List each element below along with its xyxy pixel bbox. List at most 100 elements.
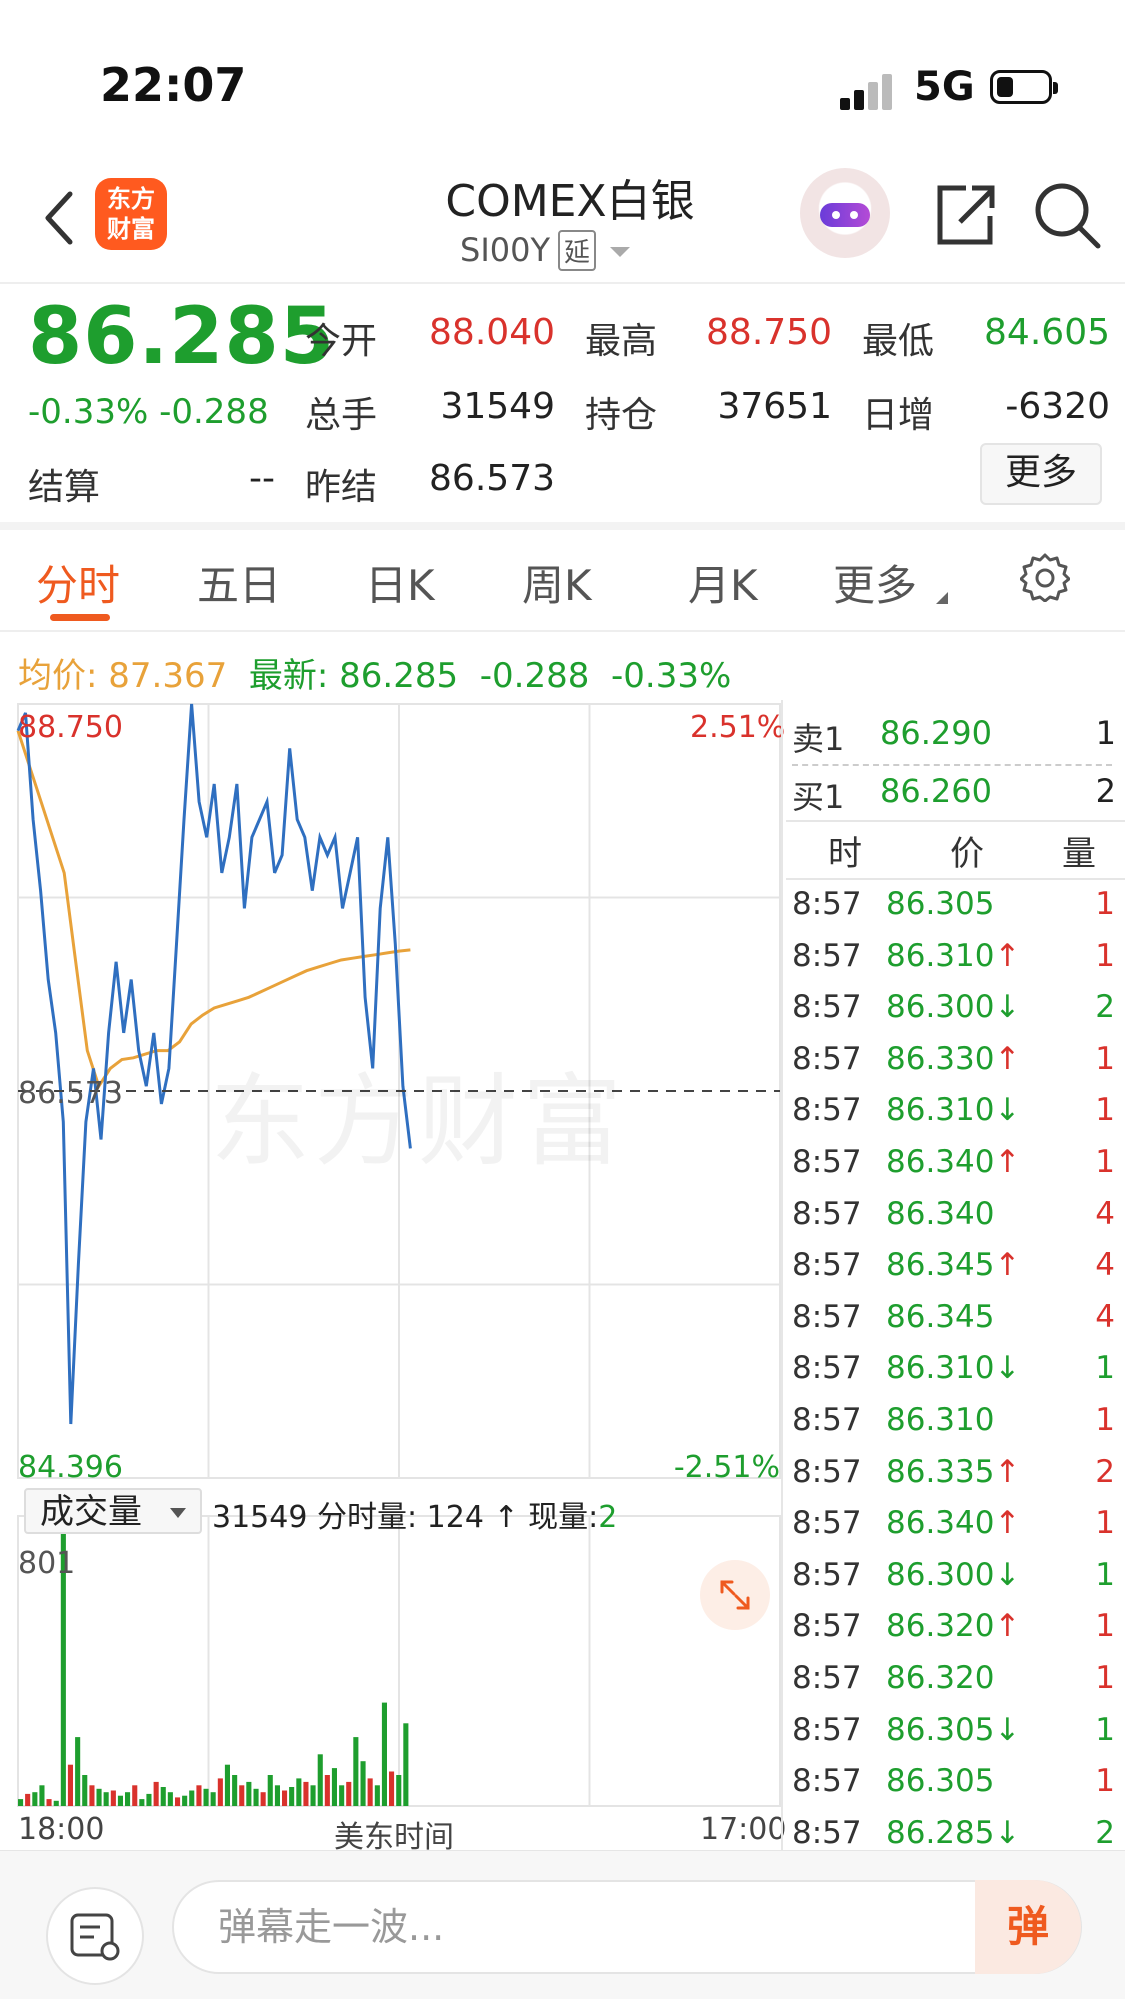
- bid-price: 86.260: [880, 772, 992, 810]
- tab-more[interactable]: 更多: [833, 552, 917, 613]
- tick-price: 86.310↓: [886, 1350, 1021, 1387]
- ask-label: 卖1: [792, 720, 845, 758]
- volume-bar: [224, 1764, 230, 1806]
- volume-bar: [139, 1799, 145, 1806]
- indicator-selector[interactable]: 成交量: [24, 1488, 202, 1534]
- volume-bar: [374, 1785, 380, 1806]
- volume-bar: [310, 1785, 316, 1806]
- volume-bar: [189, 1790, 195, 1806]
- active-tab-indicator: [50, 614, 110, 621]
- y-axis-bottom-price: 84.396: [18, 1450, 123, 1485]
- volume-bar: [39, 1785, 45, 1806]
- tick-price: 86.320: [886, 1660, 995, 1696]
- tick-price: 86.310: [886, 1402, 995, 1438]
- share-icon[interactable]: [930, 180, 1000, 250]
- volume-bar: [117, 1795, 123, 1806]
- danmaku-input[interactable]: 弹幕走一波...: [172, 1880, 1082, 1974]
- volume-bar: [317, 1754, 323, 1806]
- danmaku-send-button[interactable]: 弹: [975, 1880, 1081, 1974]
- back-icon[interactable]: [40, 188, 80, 248]
- tick-row: 8:57 86.305 1: [786, 1763, 1121, 1813]
- volume-bar: [296, 1778, 302, 1806]
- more-button[interactable]: 更多: [980, 443, 1102, 505]
- assistant-robot-icon[interactable]: [800, 168, 890, 258]
- comments-button[interactable]: [46, 1887, 144, 1985]
- bid-label: 买1: [792, 778, 845, 816]
- y-axis-bottom-pct: -2.51%: [673, 1450, 780, 1485]
- delay-tag: 延: [558, 230, 597, 271]
- tick-time: 8:57: [792, 1350, 862, 1387]
- daily-increase-value: -6320: [1005, 386, 1110, 427]
- settle-value: --: [249, 458, 275, 499]
- volume-bar: [18, 1799, 24, 1806]
- volume-bar: [153, 1781, 159, 1806]
- daily-increase-label: 日增: [862, 395, 935, 436]
- tick-time: 8:57: [792, 1556, 862, 1593]
- tick-qty: 1: [1095, 1763, 1115, 1800]
- tick-row: 8:57 86.330↑ 1: [786, 1041, 1121, 1091]
- volume-bar: [167, 1792, 173, 1806]
- ticks-header-divider: [786, 878, 1125, 880]
- tick-price: 86.335↑: [886, 1453, 1021, 1490]
- tick-price: 86.300↓: [886, 989, 1021, 1026]
- tick-time: 8:57: [792, 937, 862, 974]
- volume-bar: [210, 1792, 216, 1806]
- volume-value: 31549: [440, 386, 555, 427]
- change-value: -0.288: [159, 392, 269, 432]
- volume-bar: [196, 1785, 202, 1806]
- tab-weekly-k[interactable]: 周K: [522, 552, 592, 613]
- volume-bar: [160, 1787, 166, 1806]
- volume-bar: [367, 1778, 373, 1806]
- volume-bar: [53, 1800, 59, 1806]
- low-label: 最低: [862, 321, 935, 362]
- ticks-header-price: 价: [950, 834, 984, 874]
- tick-time: 8:57: [792, 1505, 862, 1542]
- prev-settle-label: 昨结: [305, 467, 378, 508]
- symbol-selector[interactable]: SI00Y 延: [460, 230, 631, 271]
- tick-qty: 2: [1095, 989, 1115, 1026]
- tab-daily-k[interactable]: 日K: [365, 552, 435, 613]
- gear-icon[interactable]: [1020, 552, 1070, 602]
- tick-row: 8:57 86.310↑ 1: [786, 938, 1121, 988]
- volume-bar: [339, 1785, 345, 1806]
- tick-qty: 2: [1095, 1453, 1115, 1490]
- volume-bar: [182, 1795, 188, 1806]
- volume-bar: [46, 1799, 52, 1806]
- low-value: 84.605: [984, 312, 1110, 353]
- tick-row: 8:57 86.310 1: [786, 1402, 1121, 1452]
- high-value: 88.750: [706, 312, 832, 353]
- tick-price: 86.305↓: [886, 1711, 1021, 1748]
- volume-bar: [331, 1768, 337, 1806]
- expand-chart-button[interactable]: [700, 1560, 770, 1630]
- tick-price: 86.285↓: [886, 1814, 1021, 1851]
- tick-time: 8:57: [792, 1092, 862, 1129]
- prev-settle-value: 86.573: [429, 458, 555, 499]
- current-volume: 2: [598, 1500, 618, 1535]
- app-logo[interactable]: 东方财富: [95, 178, 167, 250]
- tab-intraday[interactable]: 分时: [36, 552, 120, 613]
- tab-monthly-k[interactable]: 月K: [688, 552, 758, 613]
- tick-time: 8:57: [792, 1402, 862, 1438]
- volume-bar: [381, 1702, 387, 1806]
- open-label: 今开: [305, 321, 378, 362]
- tick-row: 8:57 86.340↑ 1: [786, 1144, 1121, 1194]
- volume-bar: [67, 1764, 73, 1806]
- page-title: COMEX白银: [445, 176, 695, 227]
- tick-price: 86.340: [886, 1195, 995, 1232]
- chevron-down-icon: [170, 1508, 186, 1518]
- volume-bar: [25, 1793, 31, 1806]
- tick-row: 8:57 86.340 4: [786, 1196, 1121, 1246]
- tick-volume: 124: [426, 1500, 484, 1535]
- tabs-divider: [0, 630, 1125, 632]
- x-axis-start: 18:00: [18, 1812, 105, 1847]
- tick-row: 8:57 86.310↓ 1: [786, 1092, 1121, 1142]
- volume-bar: [324, 1775, 330, 1806]
- search-icon[interactable]: [1032, 180, 1104, 252]
- tick-row: 8:57 86.345↑ 4: [786, 1247, 1121, 1297]
- tick-price: 86.305: [886, 1763, 995, 1800]
- ask-price: 86.290: [880, 714, 992, 752]
- tick-price: 86.345: [886, 1298, 995, 1335]
- volume-bar: [217, 1778, 223, 1806]
- tab-five-day[interactable]: 五日: [197, 552, 281, 613]
- intraday-chart[interactable]: [0, 690, 785, 1850]
